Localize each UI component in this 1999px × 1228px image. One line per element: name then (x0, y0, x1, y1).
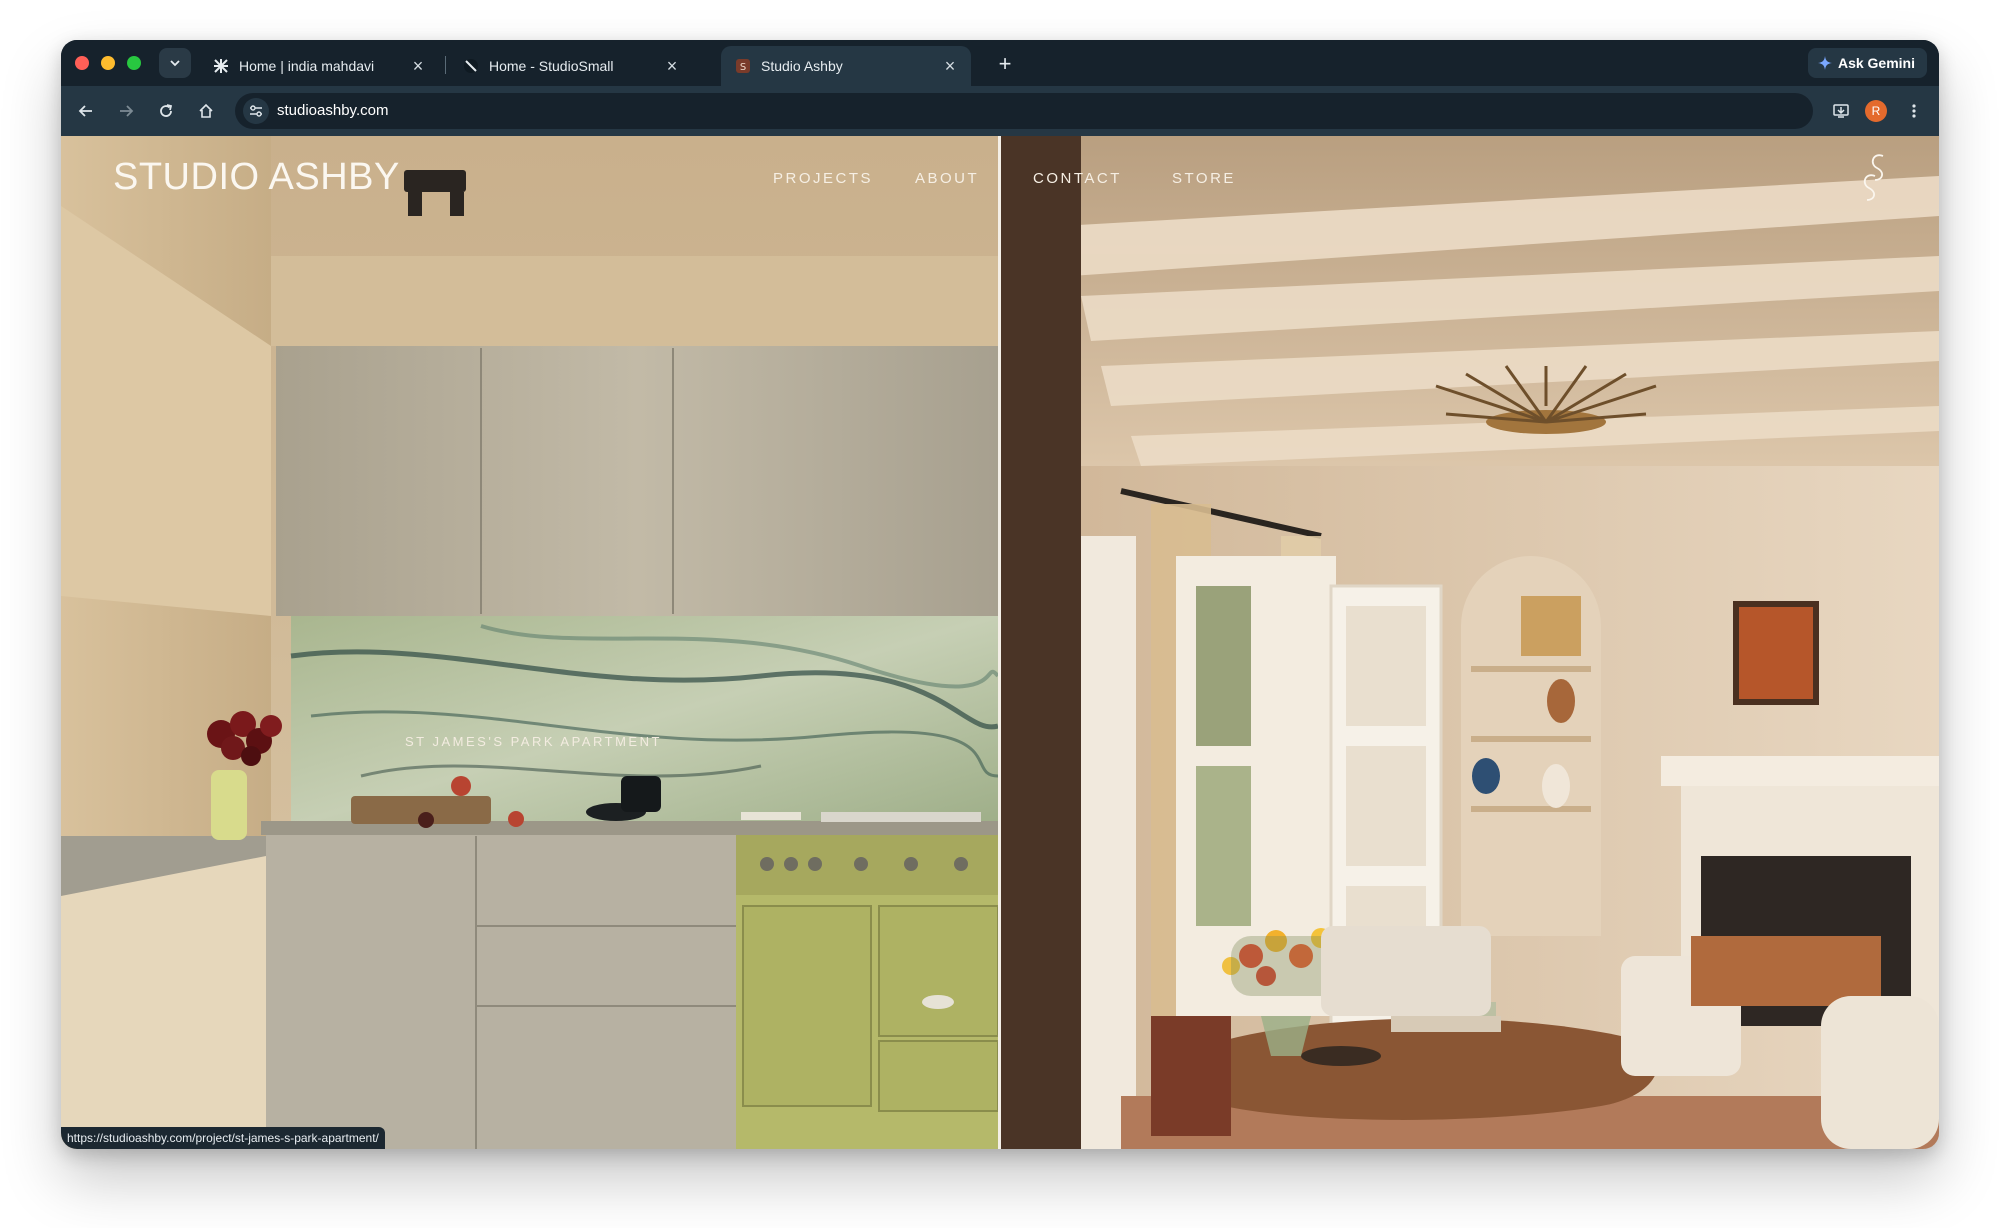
project-hover-label[interactable]: ST JAMES'S PARK APARTMENT (405, 734, 662, 749)
gemini-sparkle-icon (1817, 56, 1832, 70)
tab-studiosmall[interactable]: Home - StudioSmall × (449, 46, 693, 86)
nav-store[interactable]: STORE (1172, 170, 1236, 187)
minimize-window-button[interactable] (101, 56, 115, 70)
living-room-photo (1001, 136, 1939, 1149)
tab-title: Home | india mahdavi (239, 58, 375, 74)
home-icon (199, 103, 213, 118)
tab-studio-ashby[interactable]: S Studio Ashby × (721, 46, 971, 86)
close-tab-icon[interactable]: × (939, 55, 961, 77)
browser-toolbar: studioashby.com R (61, 86, 1939, 136)
more-vertical-icon (1912, 104, 1916, 118)
close-tab-icon[interactable]: × (661, 55, 683, 77)
new-tab-button[interactable]: + (991, 50, 1019, 78)
status-bar-url: https://studioashby.com/project/st-james… (61, 1127, 385, 1149)
address-bar[interactable]: studioashby.com (235, 93, 1813, 129)
ask-gemini-button[interactable]: Ask Gemini (1807, 48, 1927, 78)
arrow-right-icon (120, 105, 134, 117)
profile-avatar[interactable]: R (1865, 100, 1887, 122)
browser-window: Home | india mahdavi × Home - StudioSmal… (61, 40, 1939, 1149)
tab-separator (445, 56, 446, 74)
reload-icon (160, 104, 173, 117)
project-image-living-room[interactable] (1001, 136, 1939, 1149)
chevron-down-icon (170, 60, 180, 67)
page-viewport: STUDIO ASHBY PROJECTS ABOUT CONTACT STOR… (61, 136, 1939, 1149)
kitchen-photo (61, 136, 998, 1149)
close-tab-icon[interactable]: × (407, 55, 429, 77)
tune-icon (250, 105, 262, 117)
svg-text:S: S (740, 62, 746, 73)
ask-gemini-label: Ask Gemini (1837, 55, 1915, 71)
nav-contact[interactable]: CONTACT (1033, 170, 1122, 187)
arrow-left-icon (78, 105, 92, 117)
site-info-button[interactable] (243, 98, 269, 124)
install-icon (1833, 104, 1849, 118)
studio-ashby-favicon-icon: S (735, 58, 751, 74)
tab-search-button[interactable] (159, 48, 191, 78)
maximize-window-button[interactable] (127, 56, 141, 70)
tab-title: Home - StudioSmall (489, 58, 614, 74)
home-button[interactable] (193, 98, 219, 124)
reload-button[interactable] (153, 98, 179, 124)
project-image-kitchen[interactable] (61, 136, 998, 1149)
tab-title: Studio Ashby (761, 58, 843, 74)
avatar-initial: R (1871, 104, 1881, 118)
studiosmall-favicon-icon (463, 58, 479, 74)
nav-projects[interactable]: PROJECTS (773, 170, 873, 187)
nav-about[interactable]: ABOUT (915, 170, 979, 187)
install-app-button[interactable] (1828, 98, 1854, 124)
back-button[interactable] (73, 98, 99, 124)
tab-india-mahdavi[interactable]: Home | india mahdavi × (199, 46, 439, 86)
url-text: studioashby.com (277, 102, 389, 119)
forward-button[interactable] (113, 98, 139, 124)
tab-strip: Home | india mahdavi × Home - StudioSmal… (61, 40, 1939, 86)
monogram-logo-icon[interactable] (1861, 150, 1891, 206)
site-logo[interactable]: STUDIO ASHBY (113, 156, 400, 199)
menu-button[interactable] (1901, 98, 1927, 124)
india-mahdavi-favicon-icon (213, 58, 229, 74)
close-window-button[interactable] (75, 56, 89, 70)
